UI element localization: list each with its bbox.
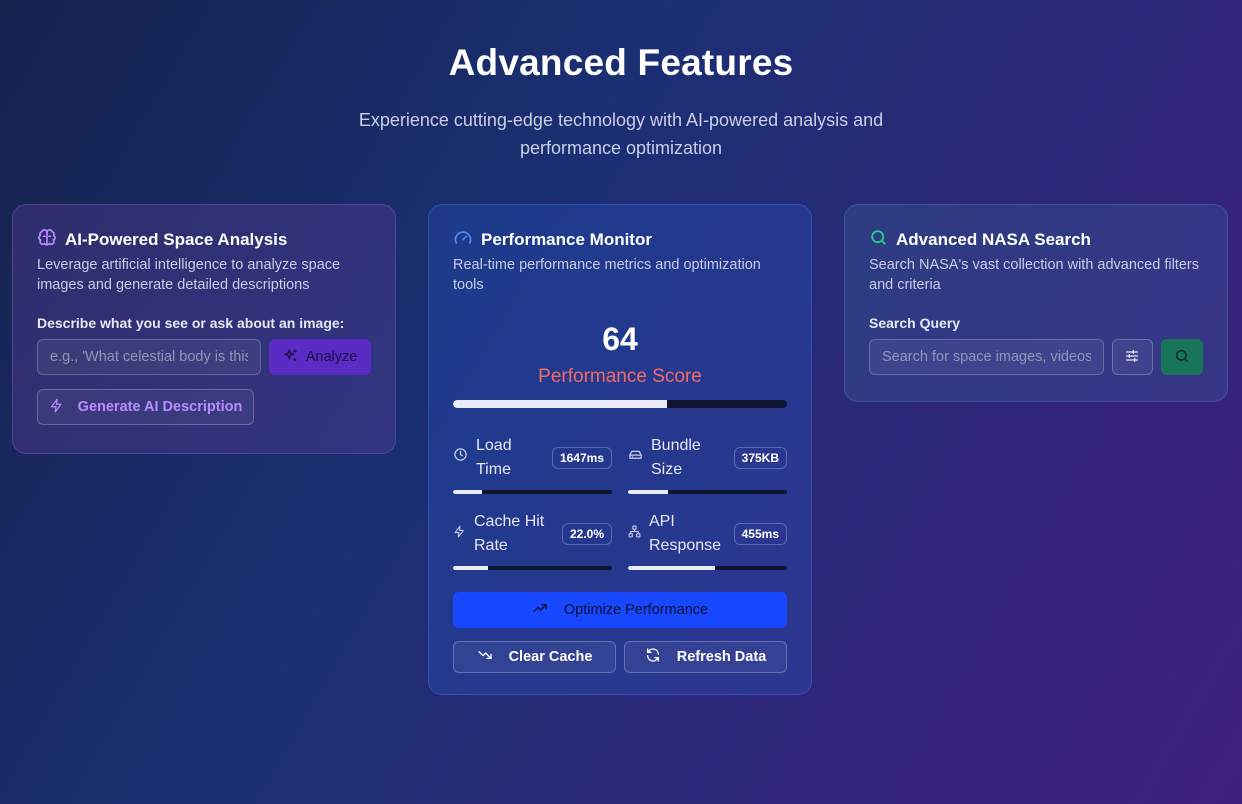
page-subtitle: Experience cutting-edge technology with …: [358, 110, 884, 158]
performance-score-label: Performance Score: [538, 366, 702, 387]
metric-bar: [453, 566, 612, 570]
metric-badge: 455ms: [733, 523, 787, 545]
generate-ai-description-button[interactable]: Generate AI Description: [37, 389, 254, 425]
metric-label: Cache Hit Rate: [474, 513, 545, 554]
metric-bar-fill: [628, 490, 668, 494]
performance-score-fill: [453, 400, 667, 408]
search-icon: [869, 228, 888, 252]
metric-bar-fill: [628, 566, 716, 570]
metric-label: Load Time: [476, 437, 512, 478]
search-input[interactable]: [869, 339, 1104, 375]
gauge-icon: [453, 228, 473, 253]
sliders-icon: [1124, 348, 1140, 367]
metric-badge: 1647ms: [551, 447, 612, 469]
nasa-search-card: Advanced NASA Search Search NASA's vast …: [844, 204, 1228, 402]
clock-icon: [453, 446, 468, 470]
ai-prompt-input[interactable]: [37, 339, 261, 375]
perf-action-row: Clear Cache Refresh Data: [453, 641, 787, 673]
page-title: Advanced Features: [448, 42, 794, 83]
perf-card-title: Performance Monitor: [481, 230, 652, 249]
performance-monitor-card: Performance Monitor Real-time performanc…: [428, 204, 812, 695]
search-submit-button[interactable]: [1161, 339, 1203, 375]
clear-cache-label: Clear Cache: [508, 649, 593, 665]
sparkles-icon: [283, 348, 298, 367]
generate-button-label: Generate AI Description: [77, 399, 243, 415]
performance-score-bar: [453, 400, 787, 408]
metric-badge: 375KB: [733, 447, 787, 469]
trending-down-icon: [477, 647, 493, 667]
ai-card-header: AI-Powered Space Analysis: [37, 228, 371, 253]
metric-label: Bundle Size: [651, 437, 701, 478]
metric-label: API Response: [649, 513, 722, 554]
metric-api-response: API Response 455ms: [628, 508, 787, 570]
ai-card-title: AI-Powered Space Analysis: [65, 230, 288, 249]
perf-card-description: Real-time performance metrics and optimi…: [453, 257, 761, 293]
hero: Advanced Features Experience cutting-edg…: [0, 42, 1242, 162]
metric-bar: [628, 566, 787, 570]
metric-bar: [628, 490, 787, 494]
search-card-title: Advanced NASA Search: [896, 230, 1091, 249]
ai-prompt-label: Describe what you see or ask about an im…: [37, 315, 345, 331]
metric-bar-fill: [453, 490, 482, 494]
clear-cache-button[interactable]: Clear Cache: [453, 641, 616, 673]
metrics-grid: Load Time 1647ms Bundle Size 375KB Cache…: [453, 432, 787, 570]
optimize-performance-button[interactable]: Optimize Performance: [453, 592, 787, 628]
perf-card-header: Performance Monitor: [453, 229, 787, 251]
analyze-button[interactable]: Analyze: [269, 339, 371, 375]
search-icon: [1174, 348, 1190, 367]
refresh-data-button[interactable]: Refresh Data: [624, 641, 787, 673]
hard-drive-icon: [628, 446, 643, 470]
metric-cache-hit-rate: Cache Hit Rate 22.0%: [453, 508, 612, 570]
metric-bar-fill: [453, 566, 488, 570]
ai-analysis-card: AI-Powered Space Analysis Leverage artif…: [12, 204, 396, 454]
search-card-header: Advanced NASA Search: [869, 229, 1203, 251]
optimize-button-label: Optimize Performance: [563, 602, 709, 618]
brain-icon: [37, 228, 57, 253]
zap-icon: [49, 398, 64, 417]
metric-load-time: Load Time 1647ms: [453, 432, 612, 494]
search-query-label: Search Query: [869, 315, 961, 331]
search-input-row: [869, 339, 1203, 375]
performance-score-value: 64: [602, 321, 638, 357]
refresh-icon: [645, 647, 661, 667]
analyze-button-label: Analyze: [305, 349, 358, 365]
ai-input-row: Analyze: [37, 339, 371, 375]
metric-bar: [453, 490, 612, 494]
metric-badge: 22.0%: [561, 523, 612, 545]
trending-up-icon: [532, 600, 548, 620]
ai-card-description: Leverage artificial intelligence to anal…: [37, 257, 341, 293]
refresh-data-label: Refresh Data: [676, 649, 767, 665]
zap-icon: [453, 522, 466, 546]
search-card-description: Search NASA's vast collection with advan…: [869, 257, 1199, 293]
network-icon: [628, 522, 641, 546]
filters-button[interactable]: [1111, 339, 1154, 375]
metric-bundle-size: Bundle Size 375KB: [628, 432, 787, 494]
